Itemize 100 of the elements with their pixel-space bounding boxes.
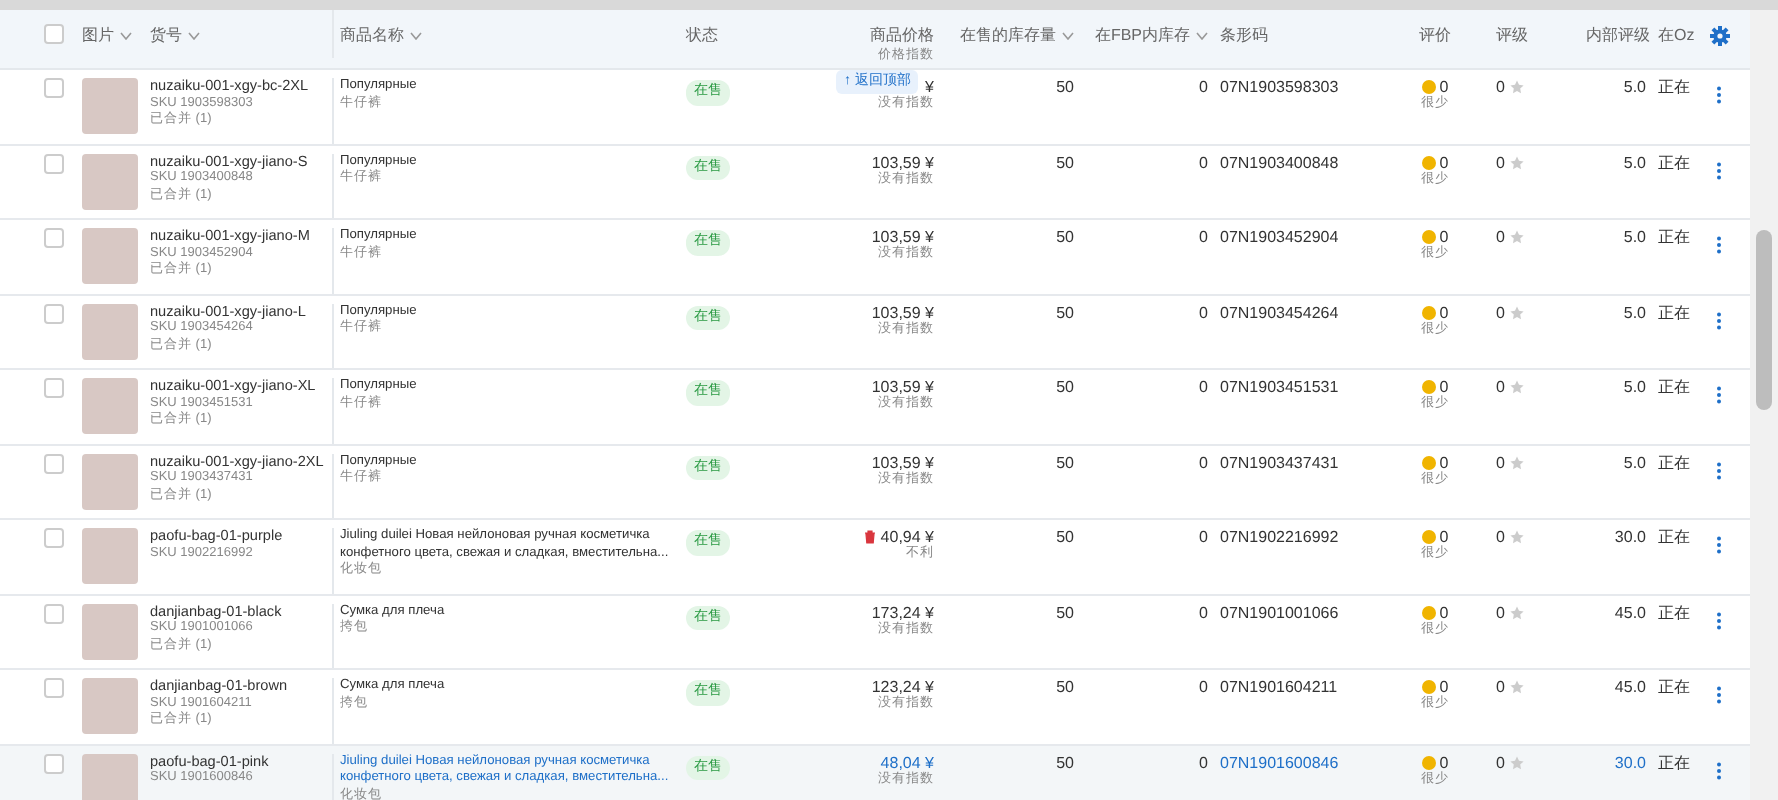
star-icon <box>1510 155 1525 170</box>
listing-state: 正在 <box>1658 678 1692 696</box>
listing-state: 正在 <box>1658 753 1692 771</box>
row-checkbox[interactable] <box>44 153 64 173</box>
stock-count: 50 <box>1054 228 1074 246</box>
rating-dot <box>1421 530 1436 545</box>
fbp-stock-count: 0 <box>1197 78 1208 96</box>
trash-icon <box>864 530 877 545</box>
fbp-stock-count: 0 <box>1197 678 1208 696</box>
barcode-text: 07N1903452904 <box>1220 228 1341 246</box>
column-header[interactable]: 内部评级 <box>1586 26 1650 44</box>
select-all-checkbox[interactable] <box>44 24 64 44</box>
star-icon <box>1510 80 1525 95</box>
internal-rating: 5.0 <box>1621 453 1646 471</box>
rating-value: 0 <box>1439 153 1449 171</box>
rating-value: 0 <box>1439 603 1449 621</box>
column-header[interactable]: 评级 <box>1496 26 1528 44</box>
row-checkbox[interactable] <box>44 528 64 548</box>
star-icon <box>1510 755 1525 770</box>
photo-placeholder <box>82 528 138 584</box>
review-count: 0 <box>1496 303 1505 321</box>
row-checkbox[interactable] <box>44 753 64 773</box>
column-header[interactable]: 商品名称 <box>340 26 404 44</box>
star-icon <box>1510 305 1525 320</box>
column-header[interactable]: 评价 <box>1419 26 1451 44</box>
row-checkbox[interactable] <box>44 78 64 98</box>
photo-placeholder <box>82 153 138 209</box>
photo-placeholder <box>82 678 138 734</box>
rating-value: 0 <box>1439 378 1449 396</box>
rating-value: 0 <box>1439 753 1449 771</box>
rating-value: 0 <box>1439 453 1449 471</box>
internal-rating: 5.0 <box>1621 78 1646 96</box>
photo-placeholder <box>82 753 138 800</box>
rating-value: 0 <box>1439 678 1449 696</box>
price-value: 103,59 ¥ <box>871 228 934 246</box>
column-header[interactable]: 在Oz <box>1658 26 1695 44</box>
row-checkbox[interactable] <box>44 378 64 398</box>
rating-dot <box>1421 230 1436 245</box>
row-checkbox[interactable] <box>44 453 64 473</box>
column-header[interactable]: 在售的库存量 <box>960 26 1056 44</box>
star-icon <box>1510 455 1525 470</box>
stock-count: 50 <box>1054 453 1074 471</box>
more-options-icon <box>1716 461 1722 480</box>
price-value: 40,94 ¥ <box>880 528 934 546</box>
stock-count: 50 <box>1054 678 1074 696</box>
price-value: ¥ <box>925 78 934 96</box>
rating-dot <box>1421 680 1436 695</box>
stock-count: 50 <box>1054 603 1074 621</box>
fbp-stock-count: 0 <box>1197 528 1208 546</box>
row-checkbox[interactable] <box>44 228 64 248</box>
fbp-stock-count: 0 <box>1197 228 1208 246</box>
stock-count: 50 <box>1054 153 1074 171</box>
star-icon <box>1510 530 1525 545</box>
listing-state: 正在 <box>1658 78 1692 96</box>
more-options-icon <box>1716 761 1722 780</box>
settings-icon <box>1710 25 1730 46</box>
listing-state: 正在 <box>1658 603 1692 621</box>
rating-value: 0 <box>1439 78 1449 96</box>
price-value: 103,59 ¥ <box>871 303 934 321</box>
review-count: 0 <box>1496 678 1505 696</box>
row-checkbox[interactable] <box>44 303 64 323</box>
photo-placeholder <box>82 303 138 359</box>
rating-dot <box>1421 155 1436 170</box>
column-header[interactable]: 状态 <box>686 26 718 44</box>
barcode-text: 07N1901001066 <box>1220 603 1341 621</box>
rating-value: 0 <box>1439 303 1449 321</box>
rating-dot <box>1421 605 1436 620</box>
star-icon <box>1510 680 1525 695</box>
scrollbar[interactable] <box>1750 10 1778 800</box>
rating-value: 0 <box>1439 228 1449 246</box>
fbp-stock-count: 0 <box>1197 453 1208 471</box>
scrollbar-thumb[interactable] <box>1756 230 1772 410</box>
review-count: 0 <box>1496 753 1505 771</box>
stock-count: 50 <box>1054 528 1074 546</box>
column-header[interactable]: 在FBP内库存 <box>1094 26 1190 44</box>
fbp-stock-count: 0 <box>1197 153 1208 171</box>
fbp-stock-count: 0 <box>1197 603 1208 621</box>
internal-rating: 5.0 <box>1621 378 1646 396</box>
barcode-text: 07N1903598303 <box>1220 78 1341 96</box>
internal-rating: 45.0 <box>1612 678 1646 696</box>
rating-value: 0 <box>1439 528 1449 546</box>
photo-placeholder <box>82 378 138 434</box>
column-header[interactable]: 货号 <box>150 26 182 44</box>
fbp-stock-count: 0 <box>1197 753 1208 771</box>
barcode-text: 07N1902216992 <box>1220 528 1341 546</box>
column-header[interactable]: 图片 <box>82 26 114 44</box>
more-options-icon <box>1716 236 1722 255</box>
listing-state: 正在 <box>1658 378 1692 396</box>
stock-count: 50 <box>1054 303 1074 321</box>
row-checkbox[interactable] <box>44 603 64 623</box>
stock-count: 50 <box>1054 753 1074 771</box>
internal-rating: 5.0 <box>1621 153 1646 171</box>
barcode-text: 07N1903437431 <box>1220 453 1341 471</box>
column-header[interactable]: 商品价格 <box>870 26 934 44</box>
internal-rating: 5.0 <box>1621 303 1646 321</box>
rating-dot <box>1421 80 1436 95</box>
row-checkbox[interactable] <box>44 678 64 698</box>
column-header[interactable]: 条形码 <box>1220 26 1268 44</box>
review-count: 0 <box>1496 78 1505 96</box>
price-value: 48,04 ¥ <box>880 753 934 771</box>
